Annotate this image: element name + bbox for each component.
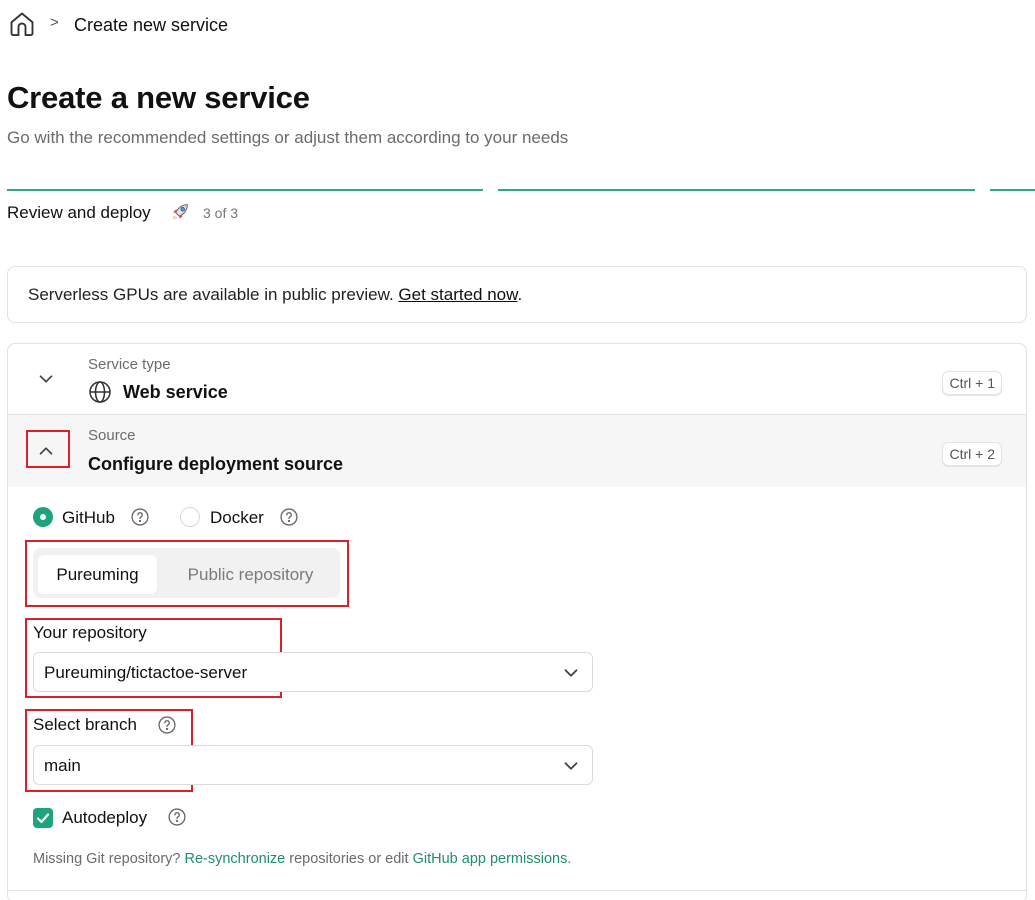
autodeploy-checkbox[interactable] — [33, 808, 53, 828]
repository-select[interactable]: Pureuming/tictactoe-server — [33, 652, 593, 692]
docker-radio[interactable] — [180, 507, 200, 527]
step-count: 3 of 3 — [203, 205, 239, 221]
rocket-icon — [172, 204, 188, 220]
info-banner: Serverless GPUs are available in public … — [7, 266, 1027, 323]
breadcrumb-current: Create new service — [74, 15, 229, 35]
keyboard-shortcut: Ctrl + 1 — [942, 371, 1002, 395]
missing-repo-footnote: Missing Git repository? Re-synchronize r… — [33, 851, 571, 867]
section-eyebrow: Service type — [88, 356, 171, 373]
home-icon[interactable] — [8, 10, 36, 38]
repository-label: Your repository — [33, 623, 147, 642]
help-icon[interactable] — [279, 507, 299, 527]
help-icon[interactable] — [157, 715, 177, 735]
step-progress-bar-1 — [7, 189, 483, 191]
banner-text: Serverless GPUs are available in public … — [28, 285, 522, 305]
step-progress-bar-2 — [498, 189, 975, 191]
branch-label: Select branch — [33, 715, 137, 734]
footnote-prefix: Missing Git repository? — [33, 851, 185, 867]
banner-suffix: . — [517, 285, 523, 304]
tab-public-repository[interactable]: Public repository — [163, 555, 338, 594]
repository-select-value: Pureuming/tictactoe-server — [44, 663, 248, 682]
footnote-suffix: . — [567, 851, 572, 867]
branch-select-value: main — [44, 756, 81, 775]
branch-select[interactable]: main — [33, 745, 593, 785]
tab-pureuming[interactable]: Pureuming — [38, 555, 157, 594]
help-icon[interactable] — [167, 807, 187, 827]
repository-source-tabs: Pureuming Public repository — [33, 548, 340, 598]
section-title: Configure deployment source — [88, 454, 344, 474]
section-divider — [7, 890, 1027, 891]
breadcrumb-separator: > — [50, 14, 59, 31]
section-title: Web service — [123, 382, 228, 402]
chevron-down-icon — [564, 669, 578, 677]
section-eyebrow: Source — [88, 427, 136, 444]
page-title: Create a new service — [7, 80, 310, 115]
get-started-link[interactable]: Get started now — [398, 285, 517, 304]
step-label: Review and deploy — [7, 203, 151, 222]
chevron-down-icon — [564, 762, 578, 770]
resynchronize-link[interactable]: Re-synchronize — [185, 851, 286, 867]
docker-radio-label[interactable]: Docker — [210, 508, 264, 528]
banner-message: Serverless GPUs are available in public … — [28, 285, 399, 304]
github-app-permissions-link[interactable]: GitHub app permissions — [413, 851, 568, 867]
keyboard-shortcut: Ctrl + 2 — [942, 442, 1002, 466]
step-progress-bar-3 — [990, 189, 1035, 191]
autodeploy-label[interactable]: Autodeploy — [62, 808, 147, 828]
section-service-type[interactable]: Service type Web service Ctrl + 1 — [8, 344, 1026, 415]
globe-icon — [89, 381, 111, 403]
help-icon[interactable] — [130, 507, 150, 527]
github-radio[interactable] — [33, 507, 53, 527]
page-subtitle: Go with the recommended settings or adju… — [7, 128, 569, 147]
footnote-middle: repositories or edit — [285, 851, 413, 867]
highlight-box — [26, 430, 70, 468]
section-source[interactable]: Source Configure deployment source Ctrl … — [8, 415, 1026, 487]
chevron-down-icon[interactable] — [35, 368, 57, 390]
check-icon — [36, 813, 50, 824]
github-radio-label[interactable]: GitHub — [62, 508, 115, 528]
